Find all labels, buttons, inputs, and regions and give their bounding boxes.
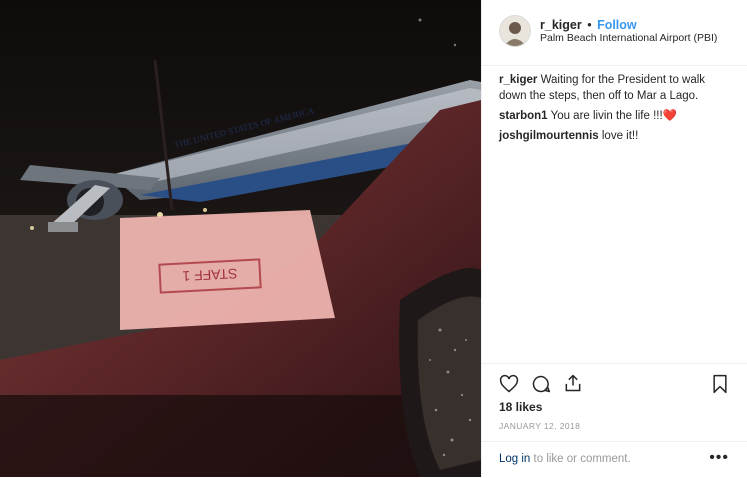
comment-text: You are livin the life !!!❤️ <box>550 110 677 122</box>
avatar[interactable] <box>499 15 531 47</box>
user-line: r_kiger • Follow <box>540 18 637 32</box>
post-header: r_kiger • Follow Palm Beach Internationa… <box>482 0 747 66</box>
staff-sign: STAFF 1 <box>120 210 335 330</box>
share-upload-icon[interactable] <box>563 373 583 398</box>
heart-outline-icon[interactable] <box>499 374 519 399</box>
speech-bubble-icon[interactable] <box>531 374 551 399</box>
login-link[interactable]: Log in <box>499 453 530 465</box>
post-photo[interactable]: THE UNITED STATES OF AMERICA STAFF 1 <box>0 0 481 477</box>
post-date[interactable]: JANUARY 12, 2018 <box>499 421 580 431</box>
staff-sign-text: STAFF 1 <box>182 266 238 285</box>
comment-item: joshgilmourtennis love it!! <box>499 128 731 144</box>
follow-button[interactable]: Follow <box>597 18 637 32</box>
login-row: Log in to like or comment. ••• <box>482 441 747 478</box>
post-actions: 18 likes JANUARY 12, 2018 Log in to like… <box>482 363 747 477</box>
comment-text: love it!! <box>601 130 639 142</box>
post-details-panel: r_kiger • Follow Palm Beach Internationa… <box>481 0 747 477</box>
comment-author[interactable]: joshgilmourtennis <box>499 130 599 142</box>
caption-comment: r_kiger Waiting for the President to wal… <box>499 72 731 104</box>
username-link[interactable]: r_kiger <box>540 18 582 32</box>
comment-item: starbon1 You are livin the life !!!❤️ <box>499 108 731 124</box>
login-suffix: to like or comment. <box>530 453 631 465</box>
location-link[interactable]: Palm Beach International Airport (PBI) <box>540 32 717 44</box>
more-options-icon[interactable]: ••• <box>709 449 729 467</box>
likes-count[interactable]: 18 likes <box>499 400 542 414</box>
login-prompt: Log in to like or comment. <box>499 453 631 465</box>
comments-list: r_kiger Waiting for the President to wal… <box>499 72 731 148</box>
separator-dot: • <box>587 18 592 32</box>
comment-author[interactable]: r_kiger <box>499 74 537 86</box>
bookmark-icon[interactable] <box>711 374 729 399</box>
comment-author[interactable]: starbon1 <box>499 110 548 122</box>
